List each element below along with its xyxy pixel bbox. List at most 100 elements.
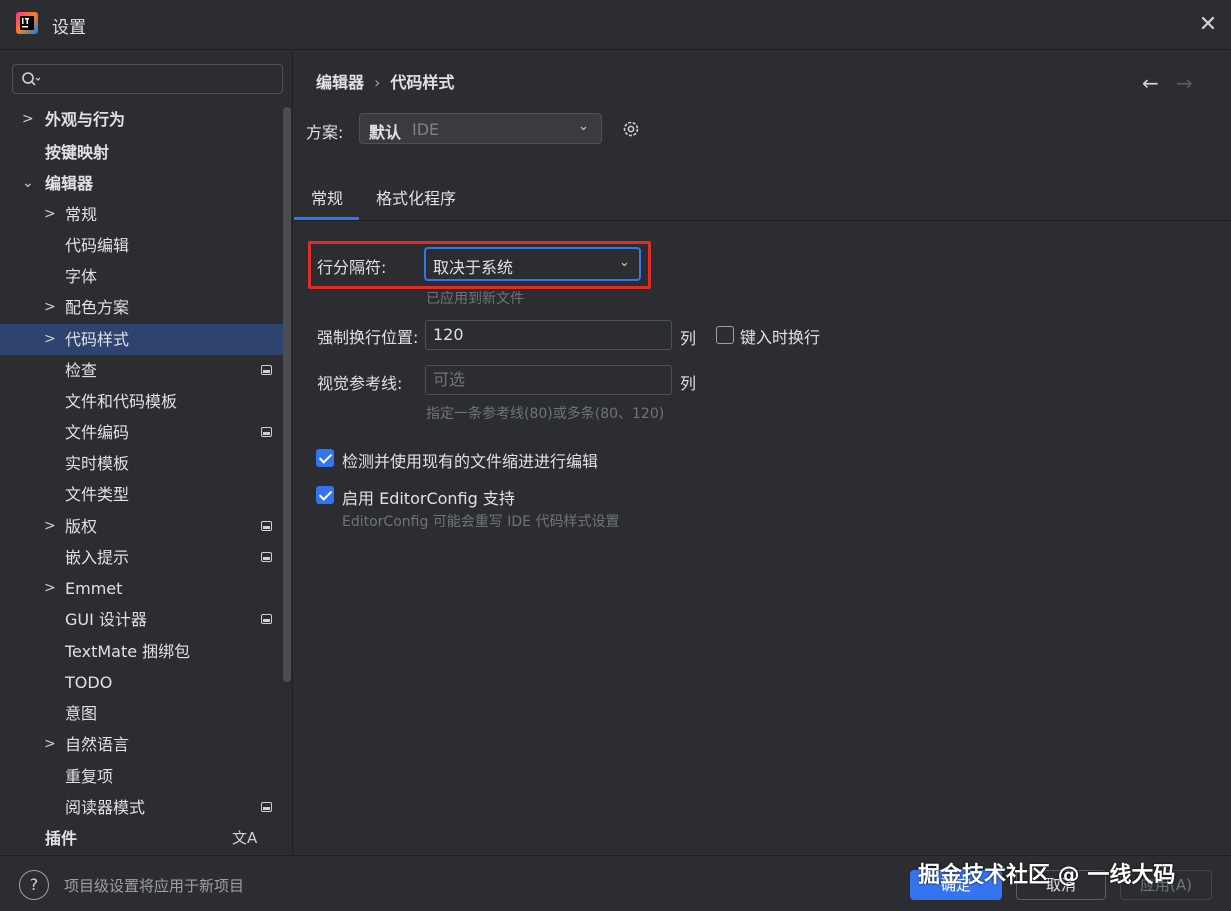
chevron-down-icon: ⌄ — [22, 175, 34, 191]
line-separator-value: 取决于系统 — [433, 258, 514, 277]
sidebar-item-label: 外观与行为 — [45, 110, 126, 129]
scheme-value: 默认 — [369, 123, 402, 142]
sidebar-item-label: 嵌入提示 — [65, 548, 130, 567]
sidebar-item-todo[interactable]: TODO — [0, 667, 285, 698]
chevron-right-icon: > — [44, 331, 56, 347]
sidebar-item-duplicates[interactable]: 重复项 — [0, 761, 285, 792]
close-icon[interactable]: ✕ — [1196, 13, 1220, 37]
sidebar-item-inlay-hints[interactable]: 嵌入提示 — [0, 542, 285, 573]
translate-icon: 文A — [232, 829, 258, 847]
sidebar-item-general[interactable]: > 常规 — [0, 199, 285, 230]
footer-hint: 项目级设置将应用于新项目 — [64, 877, 245, 895]
sidebar-item-font[interactable]: 字体 — [0, 261, 285, 292]
arrow-left-icon[interactable]: ← — [1142, 71, 1159, 95]
sidebar-item-label: 编辑器 — [45, 174, 94, 193]
tab-formatter[interactable]: 格式化程序 — [376, 185, 456, 209]
line-separator-label: 行分隔符: — [317, 258, 387, 277]
chevron-right-icon: > — [44, 580, 56, 596]
detect-indent-label[interactable]: 检测并使用现有的文件缩进进行编辑 — [342, 448, 598, 472]
project-settings-icon — [261, 427, 272, 437]
sidebar-item-label: 版权 — [65, 517, 98, 536]
sidebar-item-label: 常规 — [65, 205, 98, 224]
sidebar-scrollbar[interactable] — [283, 107, 291, 682]
project-settings-icon — [261, 614, 272, 624]
project-settings-icon — [261, 365, 272, 375]
sidebar-item-label: Emmet — [65, 579, 123, 598]
sidebar-item-label: 文件和代码模板 — [65, 392, 178, 411]
sidebar-item-emmet[interactable]: > Emmet — [0, 573, 285, 604]
line-separator-hint: 已应用到新文件 — [426, 291, 524, 307]
sidebar-item-editor[interactable]: ⌄ 编辑器 — [0, 168, 285, 199]
sidebar-item-label: 字体 — [65, 267, 98, 286]
chevron-right-icon: > — [22, 111, 34, 127]
detect-indent-checkbox[interactable] — [316, 449, 334, 467]
wrap-on-typing-label[interactable]: 键入时换行 — [740, 324, 820, 348]
sidebar-item-keymap[interactable]: 按键映射 — [0, 137, 285, 168]
breadcrumb: 编辑器 › 代码样式 — [316, 69, 454, 93]
visual-guides-input[interactable]: 可选 — [425, 365, 672, 395]
sidebar-item-label: 自然语言 — [65, 735, 130, 754]
scheme-label: 方案: — [306, 123, 344, 142]
chevron-down-icon: ⌄ — [578, 119, 589, 134]
sidebar-item-file-encodings[interactable]: 文件编码 — [0, 417, 285, 448]
project-settings-icon — [261, 521, 272, 531]
chevron-right-icon: > — [44, 518, 56, 534]
line-separator-dropdown[interactable]: 取决于系统 ⌄ — [424, 247, 641, 281]
watermark: 掘金技术社区 @ 一线大码 — [918, 863, 1176, 888]
sidebar-item-label: TODO — [65, 673, 113, 692]
sidebar-item-reader-mode[interactable]: 阅读器模式 — [0, 792, 285, 823]
visual-guides-unit: 列 — [680, 374, 697, 393]
breadcrumb-item: 代码样式 — [390, 73, 455, 92]
title-bar: 设置 ✕ — [0, 0, 1231, 50]
sidebar-item-file-types[interactable]: 文件类型 — [0, 479, 285, 510]
tab-general[interactable]: 常规 — [311, 185, 343, 209]
sidebar-item-label: 配色方案 — [65, 298, 130, 317]
sidebar-item-natural-languages[interactable]: > 自然语言 — [0, 729, 285, 760]
sidebar-item-label: 阅读器模式 — [65, 798, 146, 817]
sidebar-item-color-scheme[interactable]: > 配色方案 — [0, 292, 285, 323]
sidebar-item-gui-designer[interactable]: GUI 设计器 — [0, 604, 285, 635]
chevron-right-icon: > — [44, 299, 56, 315]
tab-bar: 常规 格式化程序 — [294, 171, 1231, 221]
hard-wrap-input[interactable]: 120 — [425, 320, 672, 350]
wrap-on-typing-checkbox[interactable] — [716, 326, 734, 344]
sidebar-item-code-style[interactable]: > 代码样式 — [0, 324, 285, 355]
scheme-value-suffix: IDE — [412, 120, 440, 139]
sidebar-item-label: 实时模板 — [65, 454, 130, 473]
sidebar-item-code-editing[interactable]: 代码编辑 — [0, 230, 285, 261]
sidebar-item-label: 按键映射 — [45, 143, 110, 162]
help-icon[interactable]: ? — [19, 870, 49, 900]
sidebar-item-label: 文件类型 — [65, 485, 130, 504]
chevron-down-icon: ⌄ — [619, 255, 630, 270]
editorconfig-hint: EditorConfig 可能会重写 IDE 代码样式设置 — [342, 514, 620, 530]
sidebar-item-plugins[interactable]: 插件 文A — [0, 823, 285, 854]
gear-icon[interactable] — [621, 119, 641, 139]
chevron-right-icon: > — [44, 736, 56, 752]
intellij-app-icon — [16, 12, 38, 34]
sidebar-item-inspections[interactable]: 检查 — [0, 355, 285, 386]
sidebar-item-label: TextMate 捆绑包 — [65, 642, 191, 661]
sidebar-item-textmate[interactable]: TextMate 捆绑包 — [0, 636, 285, 667]
settings-main-panel: 编辑器 › 代码样式 ← → 方案: 默认 IDE ⌄ 常规 格式化程序 行分隔符:… — [294, 51, 1231, 855]
visual-guides-label: 视觉参考线: — [317, 374, 403, 393]
sidebar-item-label: 检查 — [65, 361, 98, 380]
sidebar-item-label: 代码样式 — [65, 330, 130, 349]
editorconfig-label[interactable]: 启用 EditorConfig 支持 — [342, 485, 515, 509]
sidebar-item-label: GUI 设计器 — [65, 610, 147, 629]
visual-guides-hint: 指定一条参考线(80)或多条(80、120) — [426, 406, 665, 422]
project-settings-icon — [261, 552, 272, 562]
sidebar-item-copyright[interactable]: > 版权 — [0, 511, 285, 542]
arrow-right-icon[interactable]: → — [1176, 71, 1193, 95]
sidebar-item-label: 意图 — [65, 704, 98, 723]
sidebar-item-intentions[interactable]: 意图 — [0, 698, 285, 729]
sidebar-item-file-templates[interactable]: 文件和代码模板 — [0, 386, 285, 417]
search-input[interactable] — [12, 64, 283, 94]
editorconfig-checkbox[interactable] — [316, 486, 334, 504]
sidebar-item-appearance[interactable]: > 外观与行为 — [0, 104, 285, 135]
sidebar-item-live-templates[interactable]: 实时模板 — [0, 448, 285, 479]
scheme-dropdown[interactable]: 默认 IDE ⌄ — [359, 113, 602, 144]
breadcrumb-item[interactable]: 编辑器 — [316, 73, 364, 92]
sidebar-item-label: 插件 — [45, 829, 78, 848]
sidebar-item-label: 重复项 — [65, 767, 114, 786]
active-tab-indicator — [294, 217, 359, 220]
